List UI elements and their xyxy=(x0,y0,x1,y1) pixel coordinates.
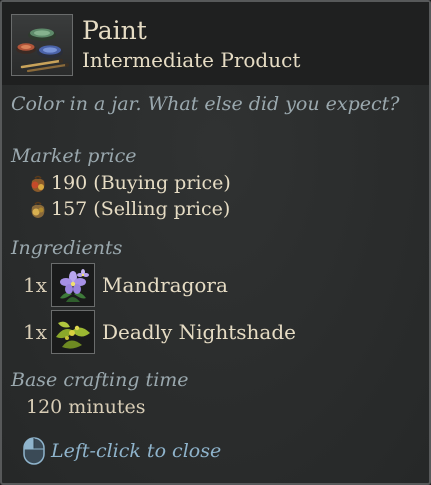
coin-pouch-buy-icon xyxy=(26,171,50,195)
coin-pouch-sell-icon xyxy=(26,197,50,221)
ingredient-row[interactable]: 1x Deadly Nightshade xyxy=(23,309,296,355)
ingredient-qty: 1x xyxy=(23,273,48,297)
ingredients-label: Ingredients xyxy=(11,237,123,259)
item-description: Color in a jar. What else did you expect… xyxy=(11,93,400,115)
paint-bowls-icon xyxy=(11,14,73,76)
ingredient-name: Deadly Nightshade xyxy=(102,320,296,344)
tooltip-header: Paint Intermediate Product xyxy=(2,2,429,85)
market-price-label: Market price xyxy=(11,145,137,167)
nightshade-plant-icon xyxy=(51,310,95,354)
mandragora-flower-icon xyxy=(51,263,95,307)
ingredient-name: Mandragora xyxy=(102,273,228,297)
item-name: Paint xyxy=(82,16,147,45)
item-tooltip[interactable]: Paint Intermediate Product Color in a ja… xyxy=(0,0,431,485)
mouse-left-click-icon xyxy=(22,436,46,466)
ingredient-qty: 1x xyxy=(23,320,48,344)
crafting-time-label: Base crafting time xyxy=(11,369,189,391)
close-hint[interactable]: Left-click to close xyxy=(22,436,221,466)
selling-price-row: 157 (Selling price) xyxy=(26,197,230,221)
ingredient-row[interactable]: 1x Mandragora xyxy=(23,262,228,308)
crafting-time-value: 120 minutes xyxy=(26,396,146,418)
item-type: Intermediate Product xyxy=(82,48,301,72)
buying-price-row: 190 (Buying price) xyxy=(26,171,231,195)
buying-price-text: 190 (Buying price) xyxy=(51,172,231,194)
selling-price-text: 157 (Selling price) xyxy=(51,198,231,220)
close-hint-text: Left-click to close xyxy=(51,440,222,462)
